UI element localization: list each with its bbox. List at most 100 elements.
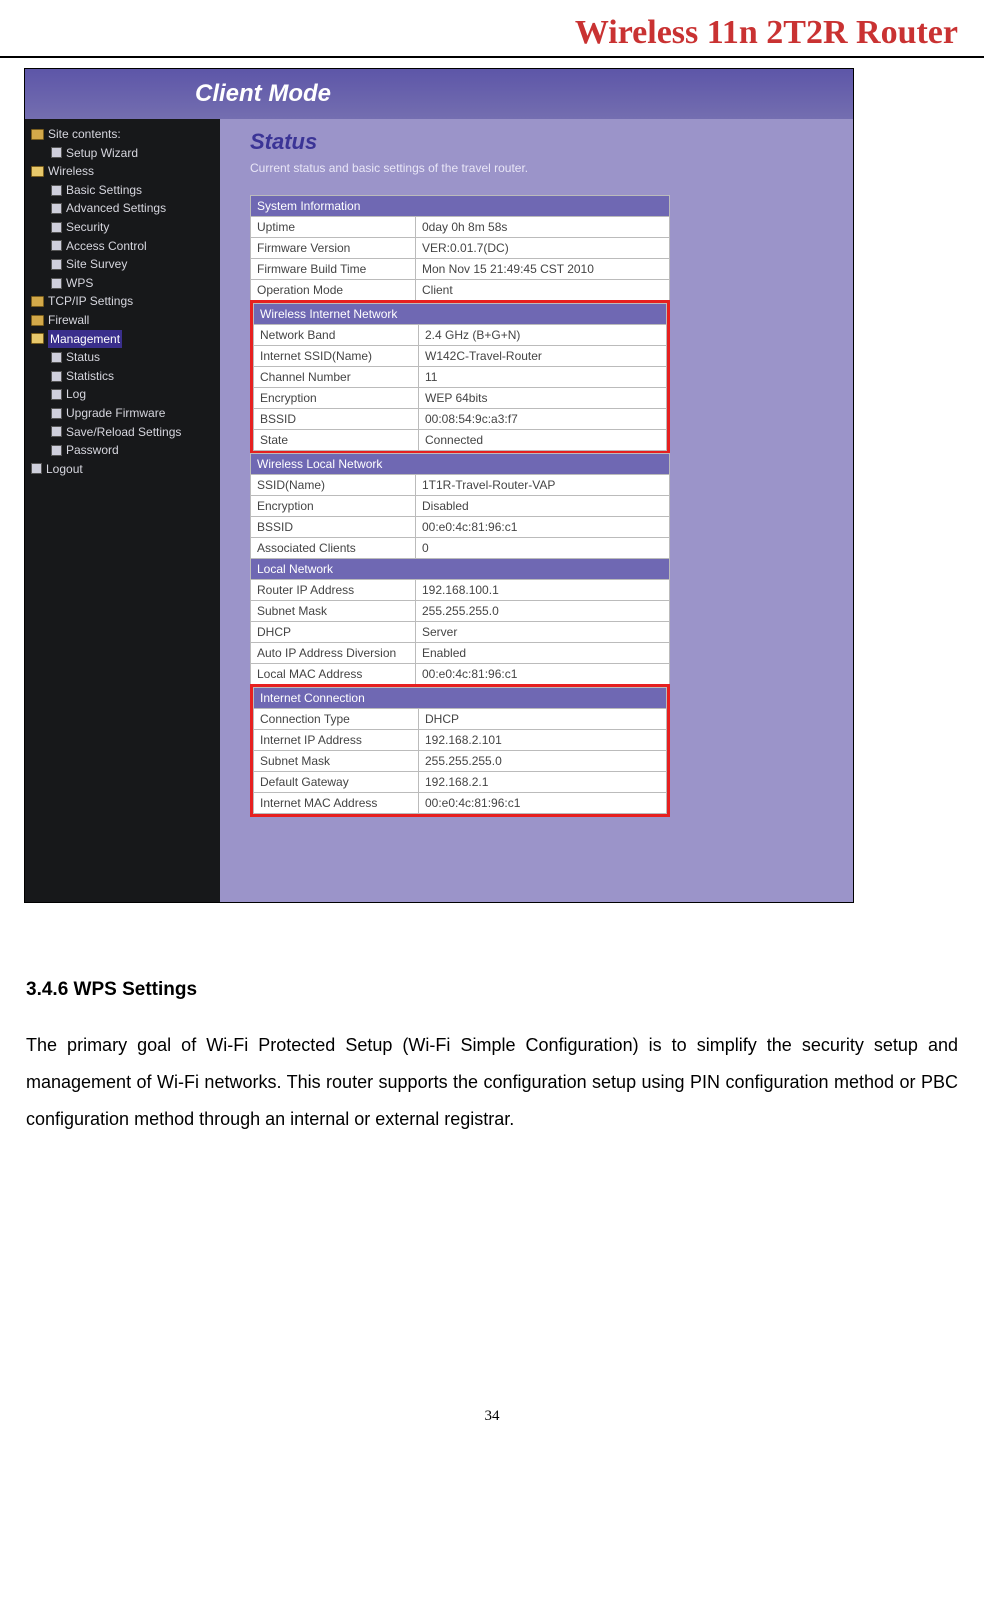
table-row: Internet MAC Address00:e0:4c:81:96:c1	[254, 793, 667, 814]
row-label: Internet MAC Address	[254, 793, 419, 814]
file-icon	[51, 185, 62, 196]
sidebar-item-label: Basic Settings	[66, 181, 142, 200]
table-row: SSID(Name)1T1R-Travel-Router-VAP	[251, 475, 670, 496]
row-label: Internet IP Address	[254, 730, 419, 751]
sidebar-item-logout[interactable]: Logout	[29, 460, 216, 479]
row-value: 00:e0:4c:81:96:c1	[416, 517, 670, 538]
row-value: 255.255.255.0	[419, 751, 667, 772]
row-value: 255.255.255.0	[416, 601, 670, 622]
section-header: Internet Connection	[254, 688, 667, 709]
table-row: Channel Number11	[254, 367, 667, 388]
sidebar-item-password[interactable]: Password	[29, 441, 216, 460]
sidebar-item-label: Access Control	[66, 237, 147, 256]
table-row: Internet SSID(Name)W142C-Travel-Router	[254, 346, 667, 367]
file-icon	[51, 371, 62, 382]
sidebar-item-wireless[interactable]: Wireless	[29, 162, 216, 181]
file-icon	[51, 203, 62, 214]
table-row: EncryptionDisabled	[251, 496, 670, 517]
sidebar-item-log[interactable]: Log	[29, 385, 216, 404]
row-label: Encryption	[254, 388, 419, 409]
sidebar-item-label: Log	[66, 385, 86, 404]
status-table-internet-connection: Internet Connection Connection TypeDHCP …	[253, 687, 667, 814]
row-value: Enabled	[416, 643, 670, 664]
sidebar-label: Site contents:	[48, 125, 121, 144]
table-row: Uptime0day 0h 8m 58s	[251, 217, 670, 238]
sidebar-item-firewall[interactable]: Firewall	[29, 311, 216, 330]
section-header: Local Network	[251, 559, 670, 580]
file-icon	[51, 352, 62, 363]
sidebar-item-security[interactable]: Security	[29, 218, 216, 237]
row-value: 00:08:54:9c:a3:f7	[419, 409, 667, 430]
section-header: Wireless Local Network	[251, 454, 670, 475]
row-label: State	[254, 430, 419, 451]
section-header: System Information	[251, 196, 670, 217]
status-table-wireless-internet: Wireless Internet Network Network Band2.…	[253, 303, 667, 451]
row-value: Server	[416, 622, 670, 643]
file-icon	[31, 463, 42, 474]
row-value: 0day 0h 8m 58s	[416, 217, 670, 238]
sidebar-item-label: Password	[66, 441, 119, 460]
row-value: 192.168.2.101	[419, 730, 667, 751]
sidebar-item-save-reload[interactable]: Save/Reload Settings	[29, 423, 216, 442]
row-value: 192.168.2.1	[419, 772, 667, 793]
sidebar-item-wps[interactable]: WPS	[29, 274, 216, 293]
row-value: W142C-Travel-Router	[419, 346, 667, 367]
row-value: 11	[419, 367, 667, 388]
sidebar-item-label: Statistics	[66, 367, 114, 386]
row-label: Network Band	[254, 325, 419, 346]
table-row: Connection TypeDHCP	[254, 709, 667, 730]
highlighted-section-internet-connection: Internet Connection Connection TypeDHCP …	[250, 684, 670, 817]
folder-open-icon	[31, 166, 44, 177]
row-label: Encryption	[251, 496, 416, 517]
titlebar: Client Mode	[25, 69, 853, 119]
sidebar-item-tcpip[interactable]: TCP/IP Settings	[29, 292, 216, 311]
row-label: DHCP	[251, 622, 416, 643]
row-label: Operation Mode	[251, 280, 416, 301]
sidebar-item-setup-wizard[interactable]: Setup Wizard	[29, 144, 216, 163]
row-value: 00:e0:4c:81:96:c1	[416, 664, 670, 685]
sidebar-item-statistics[interactable]: Statistics	[29, 367, 216, 386]
folder-open-icon	[31, 333, 44, 344]
titlebar-title: Client Mode	[195, 80, 331, 108]
sidebar-item-label: Advanced Settings	[66, 199, 166, 218]
sidebar-item-site-survey[interactable]: Site Survey	[29, 255, 216, 274]
file-icon	[51, 259, 62, 270]
sidebar-item-management[interactable]: Management	[29, 330, 216, 349]
sidebar-item-status[interactable]: Status	[29, 348, 216, 367]
row-label: Internet SSID(Name)	[254, 346, 419, 367]
row-value: Connected	[419, 430, 667, 451]
row-value: 1T1R-Travel-Router-VAP	[416, 475, 670, 496]
sidebar-item-label: Status	[66, 348, 100, 367]
table-row: Firmware VersionVER:0.01.7(DC)	[251, 238, 670, 259]
sidebar-item-label: Setup Wizard	[66, 144, 138, 163]
table-row: Router IP Address192.168.100.1	[251, 580, 670, 601]
table-row: StateConnected	[254, 430, 667, 451]
table-row: Subnet Mask255.255.255.0	[254, 751, 667, 772]
row-label: Local MAC Address	[251, 664, 416, 685]
status-table-wireless-local: Wireless Local Network SSID(Name)1T1R-Tr…	[250, 453, 670, 685]
row-value: VER:0.01.7(DC)	[416, 238, 670, 259]
table-row: Subnet Mask255.255.255.0	[251, 601, 670, 622]
sidebar-item-advanced-settings[interactable]: Advanced Settings	[29, 199, 216, 218]
file-icon	[51, 426, 62, 437]
sidebar-item-label: WPS	[66, 274, 93, 293]
row-label: Associated Clients	[251, 538, 416, 559]
sidebar-item-label: Save/Reload Settings	[66, 423, 181, 442]
sidebar-item-basic-settings[interactable]: Basic Settings	[29, 181, 216, 200]
sidebar-item-upgrade-firmware[interactable]: Upgrade Firmware	[29, 404, 216, 423]
document-title: Wireless 11n 2T2R Router	[575, 14, 958, 51]
page-number: 34	[0, 1408, 984, 1425]
table-row: Firmware Build TimeMon Nov 15 21:49:45 C…	[251, 259, 670, 280]
sidebar-item-label: Firewall	[48, 311, 89, 330]
file-icon	[51, 408, 62, 419]
content-subtitle: Current status and basic settings of the…	[244, 159, 829, 189]
row-label: Channel Number	[254, 367, 419, 388]
file-icon	[51, 240, 62, 251]
document-body: 3.4.6 WPS Settings The primary goal of W…	[0, 903, 984, 1138]
sidebar-item-access-control[interactable]: Access Control	[29, 237, 216, 256]
table-row: Internet IP Address192.168.2.101	[254, 730, 667, 751]
sidebar-item-label: Site Survey	[66, 255, 127, 274]
row-value: 192.168.100.1	[416, 580, 670, 601]
table-row: BSSID00:e0:4c:81:96:c1	[251, 517, 670, 538]
row-label: Default Gateway	[254, 772, 419, 793]
